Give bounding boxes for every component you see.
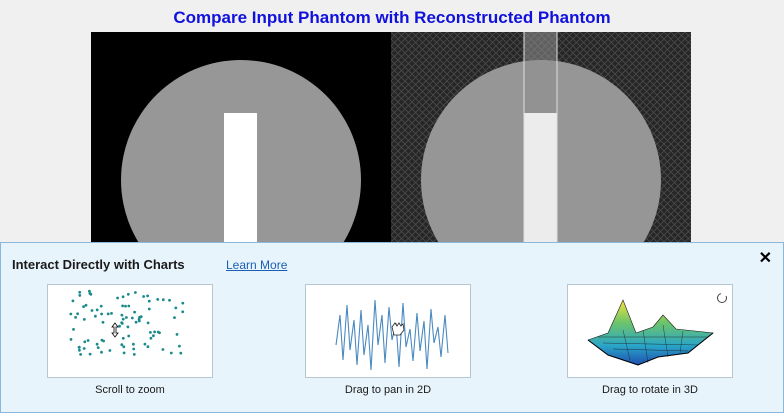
learn-more-link[interactable]: Learn More [226, 258, 287, 272]
line-pan-illustration [335, 299, 449, 371]
rotate-3d-caption: Drag to rotate in 3D [602, 384, 698, 396]
pan-2d-card [305, 284, 471, 378]
pan-2d-caption: Drag to pan in 2D [344, 384, 432, 396]
figure-title: Compare Input Phantom with Reconstructed… [173, 8, 611, 27]
close-icon[interactable]: ✕ [759, 248, 772, 268]
hand-pointer-icon [391, 322, 405, 336]
scroll-zoom-card [47, 284, 213, 378]
rotate-icon [717, 293, 727, 303]
rotate-3d-card [567, 284, 733, 378]
reconstructed-phantom-image[interactable] [391, 32, 691, 244]
input-phantom-image[interactable] [91, 32, 391, 244]
zoom-arrows-icon [111, 322, 119, 338]
scroll-zoom-caption: Scroll to zoom [95, 384, 165, 396]
scatter-zoom-illustration [69, 289, 185, 356]
interact-tips-panel: Interact Directly with Charts Learn More… [0, 242, 784, 413]
tips-header: Interact Directly with Charts [12, 257, 185, 272]
surface-rotate-illustration [587, 293, 727, 366]
